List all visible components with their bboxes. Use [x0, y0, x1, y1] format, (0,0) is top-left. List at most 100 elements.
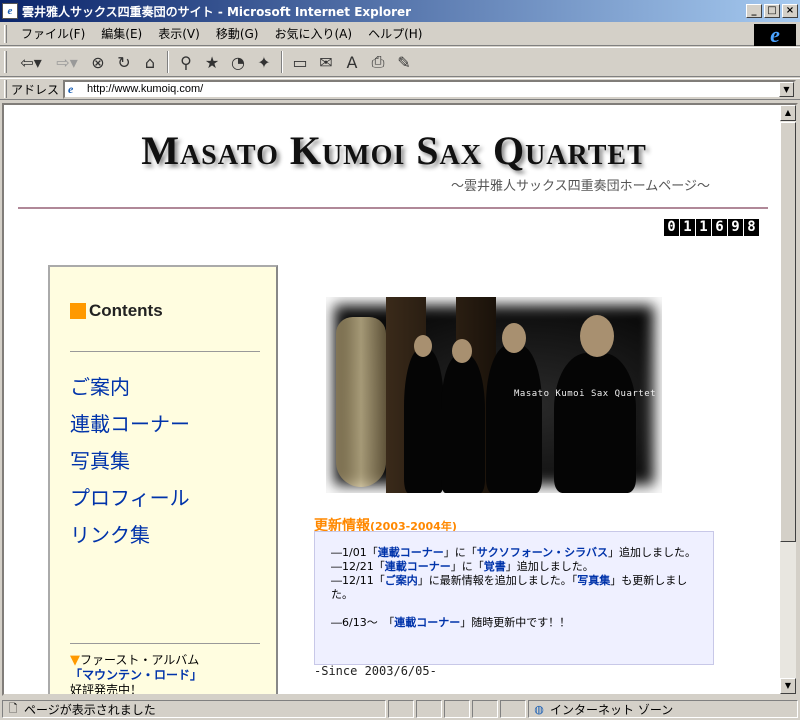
album-status: 好評発売中！: [70, 683, 143, 696]
refresh-icon[interactable]: ↻: [112, 50, 136, 74]
news-item: ―6/13〜 「連載コーナー」随時更新中です！！: [331, 616, 699, 630]
forward-icon[interactable]: ⇨▾: [50, 50, 84, 74]
news-link[interactable]: 写真集: [577, 574, 610, 587]
stop-icon[interactable]: ⊗: [86, 50, 110, 74]
news-link[interactable]: 連載コーナー: [378, 546, 444, 559]
toolbar-separator: [281, 51, 283, 73]
quartet-photo: Masato Kumoi Sax Quartet: [320, 293, 674, 498]
photo-caption: Masato Kumoi Sax Quartet: [514, 389, 657, 399]
contents-sidebar: Contents ご案内 連載コーナー 写真集 プロフィール リンク集 ▼ファー…: [48, 265, 278, 696]
member-figure: [441, 355, 485, 493]
web-page: Masato Kumoi Sax Quartet 〜雲井雅人サックス四重奏団ホー…: [4, 105, 780, 694]
news-text: 」追加しました。: [608, 546, 697, 559]
address-dropdown-icon[interactable]: ▼: [779, 81, 794, 97]
news-link[interactable]: 連載コーナー: [385, 560, 451, 573]
member-face: [452, 339, 472, 363]
menu-view[interactable]: 表示(V): [150, 25, 208, 42]
access-counter: 0 1 1 6 9 8: [664, 219, 760, 236]
status-cell: [500, 700, 526, 718]
contents-heading: Contents: [70, 301, 163, 321]
album-promo: ▼ファースト・アルバム 「マウンテン・ロード」 好評発売中！: [70, 653, 270, 696]
album-label: ファースト・アルバム: [80, 653, 200, 667]
menu-file[interactable]: ファイル(F): [13, 25, 93, 42]
address-grip[interactable]: [4, 80, 7, 98]
news-link[interactable]: 覚書: [484, 560, 506, 573]
scroll-up-icon[interactable]: ▲: [780, 105, 796, 121]
news-box: ―1/01「連載コーナー」に「サクソフォーン・シラバス」追加しました。 ―12/…: [314, 531, 714, 665]
contents-label: Contents: [89, 301, 163, 320]
member-face: [414, 335, 432, 357]
counter-digit: 0: [664, 219, 679, 236]
home-icon[interactable]: ⌂: [138, 50, 162, 74]
maximize-button[interactable]: □: [764, 4, 780, 18]
status-cell: [472, 700, 498, 718]
history-icon[interactable]: ◔: [226, 50, 250, 74]
channels-icon[interactable]: ✦: [252, 50, 276, 74]
mail-icon[interactable]: ✉: [314, 50, 338, 74]
fullscreen-icon[interactable]: ▭: [288, 50, 312, 74]
vertical-scrollbar[interactable]: ▲ ▼: [780, 105, 796, 694]
news-text: ―12/21「: [331, 560, 385, 573]
scroll-thumb[interactable]: [780, 122, 796, 542]
news-text: 」に「: [450, 560, 484, 573]
status-cell: [416, 700, 442, 718]
counter-digit: 1: [680, 219, 695, 236]
nav-link-series[interactable]: 連載コーナー: [70, 408, 190, 436]
print-icon[interactable]: ⎙: [366, 50, 390, 74]
news-item: ―1/01「連載コーナー」に「サクソフォーン・シラバス」追加しました。: [331, 546, 699, 560]
news-text: ―12/11「: [331, 574, 385, 587]
news-text: 」随時更新中です！！: [460, 616, 571, 629]
news-link[interactable]: ご案内: [385, 574, 418, 587]
member-face: [502, 323, 526, 353]
favorites-icon[interactable]: ★: [200, 50, 224, 74]
photo-image: Masato Kumoi Sax Quartet: [326, 297, 662, 493]
font-icon[interactable]: A: [340, 50, 364, 74]
page-icon: e: [68, 82, 74, 96]
news-text: ―1/01「: [331, 546, 378, 559]
orange-square-icon: [70, 303, 86, 319]
counter-digit: 9: [728, 219, 743, 236]
menu-bar: ファイル(F) 編集(E) 表示(V) 移動(G) お気に入り(A) ヘルプ(H…: [0, 22, 800, 46]
menu-help[interactable]: ヘルプ(H): [360, 25, 430, 42]
nav-link-profile[interactable]: プロフィール: [70, 482, 190, 510]
close-button[interactable]: ×: [782, 4, 798, 18]
menu-grip[interactable]: [4, 24, 7, 43]
menu-go[interactable]: 移動(G): [208, 25, 267, 42]
status-main: 🗋 ページが表示されました: [2, 700, 386, 718]
toolbar: ⇦▾ ⇨▾ ⊗ ↻ ⌂ ⚲ ★ ◔ ✦ ▭ ✉ A ⎙ ✎: [0, 47, 800, 77]
minimize-button[interactable]: _: [746, 4, 762, 18]
album-link[interactable]: 「マウンテン・ロード」: [70, 668, 202, 682]
status-cell: [388, 700, 414, 718]
back-icon[interactable]: ⇦▾: [14, 50, 48, 74]
window-title: 雲井雅人サックス四重奏団のサイト - Microsoft Internet Ex…: [22, 4, 412, 19]
url-input[interactable]: [87, 82, 779, 96]
news-link[interactable]: 連載コーナー: [394, 616, 460, 629]
toolbar-separator: [167, 51, 169, 73]
address-field[interactable]: e ▼: [63, 79, 796, 99]
nav-link-photos[interactable]: 写真集: [70, 445, 190, 473]
window-titlebar: e 雲井雅人サックス四重奏団のサイト - Microsoft Internet …: [0, 0, 800, 22]
zone-text: インターネット ゾーン: [550, 702, 674, 717]
news-text: 」に「: [443, 546, 477, 559]
nav-link-guide[interactable]: ご案内: [70, 371, 190, 399]
member-figure: [404, 349, 444, 493]
page-done-icon: 🗋: [8, 701, 18, 715]
search-icon[interactable]: ⚲: [174, 50, 198, 74]
site-subtitle: 〜雲井雅人サックス四重奏団ホームページ〜: [451, 179, 710, 194]
address-label: アドレス: [11, 82, 60, 97]
nav-link-links[interactable]: リンク集: [70, 519, 190, 547]
edit-icon[interactable]: ✎: [392, 50, 416, 74]
member-face: [580, 315, 614, 357]
news-text: 」追加しました。: [505, 560, 594, 573]
internet-globe-icon: ◍: [534, 702, 544, 716]
sidebar-nav: ご案内 連載コーナー 写真集 プロフィール リンク集: [70, 371, 190, 556]
scroll-down-icon[interactable]: ▼: [780, 678, 796, 694]
member-figure: [554, 353, 636, 493]
orange-triangle-icon: ▼: [70, 653, 80, 668]
toolbar-grip[interactable]: [4, 51, 7, 73]
site-title: Masato Kumoi Sax Quartet: [141, 128, 647, 173]
status-text: ページが表示されました: [24, 702, 156, 717]
menu-favorites[interactable]: お気に入り(A): [266, 25, 360, 42]
menu-edit[interactable]: 編集(E): [93, 25, 150, 42]
news-link[interactable]: サクソフォーン・シラバス: [477, 546, 608, 559]
